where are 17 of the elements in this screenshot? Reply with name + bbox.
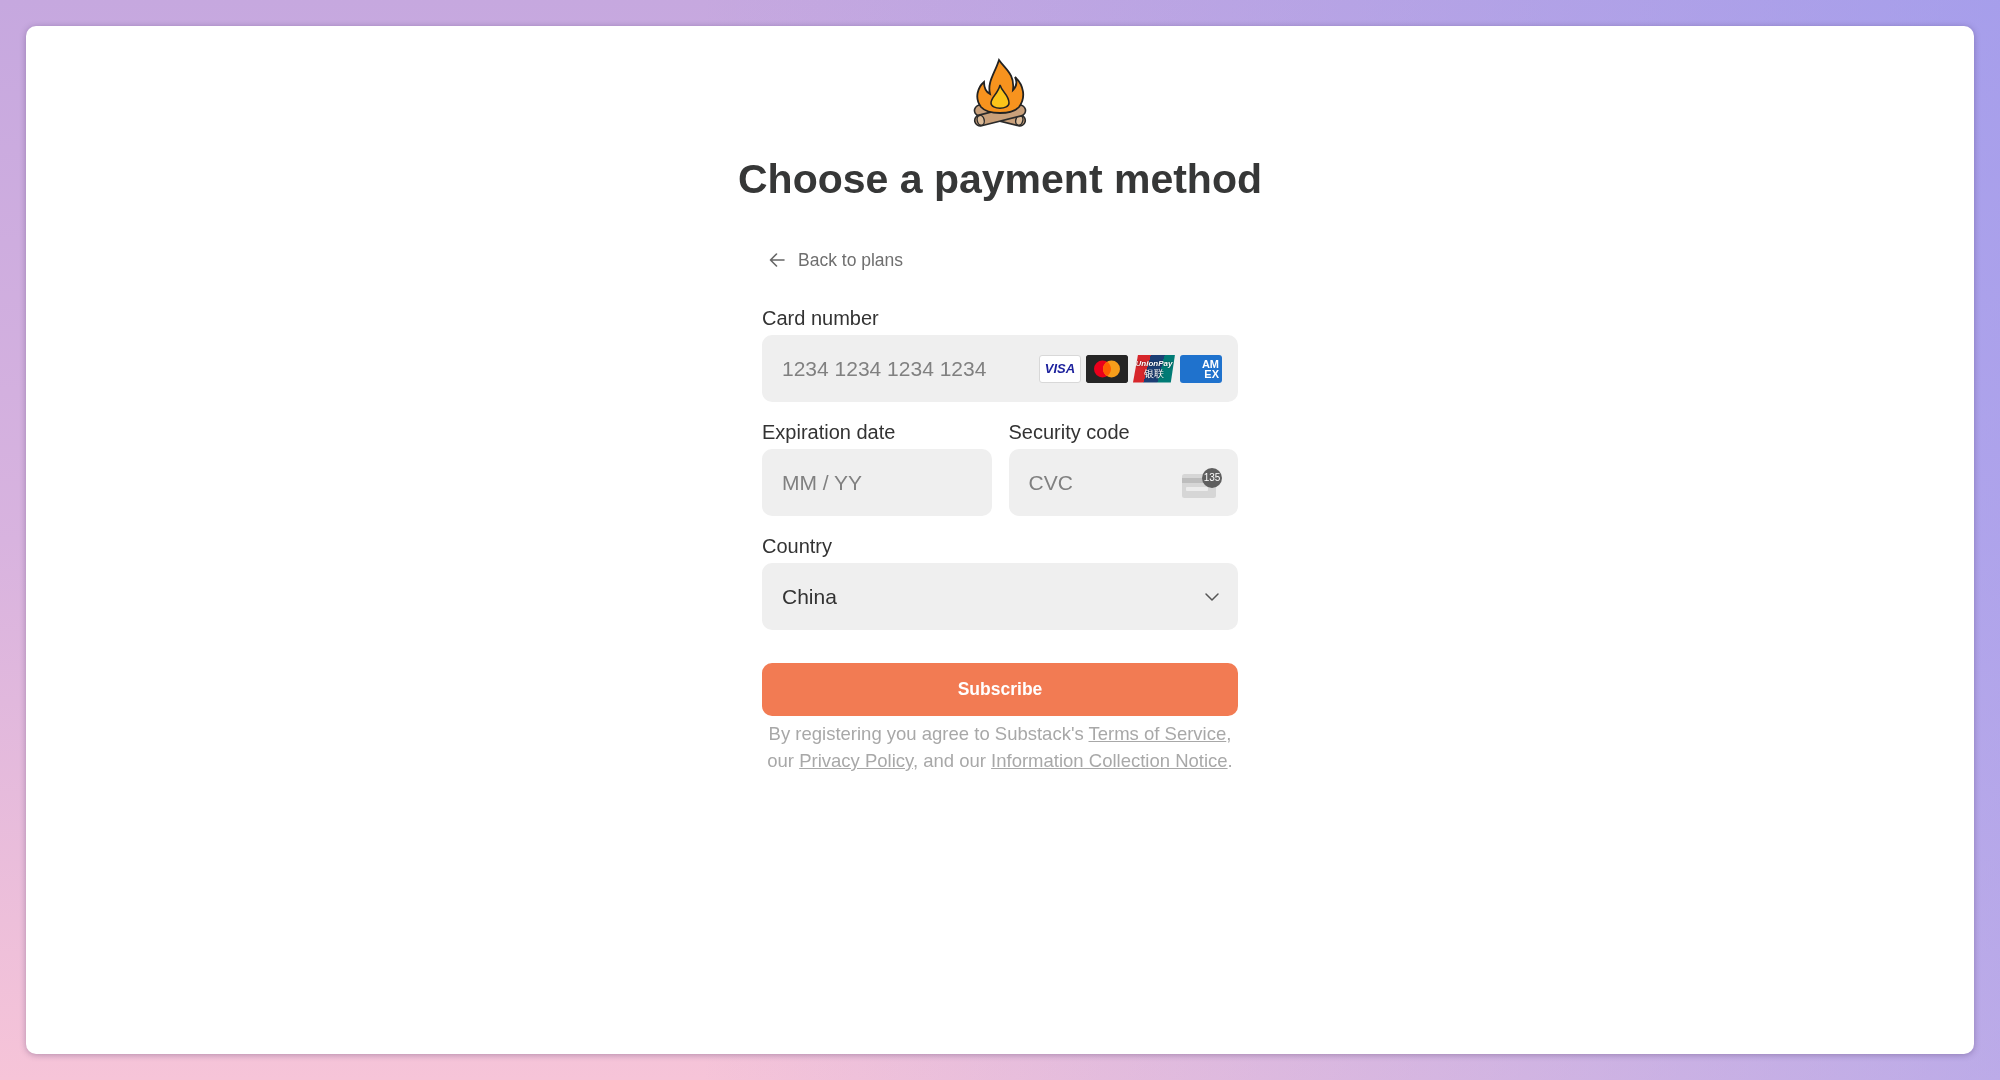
policy-link[interactable]: Terms of Service xyxy=(1088,723,1227,744)
policy-link[interactable]: Privacy Policy xyxy=(799,750,913,771)
page-title: Choose a payment method xyxy=(738,155,1262,203)
card-brand-logo: VISA xyxy=(1039,354,1081,383)
card-brand-logo: AM EX xyxy=(1180,354,1222,383)
arrow-left-icon xyxy=(768,251,786,269)
terms-text: By registering you agree to Substack's Terms of Service, our Privacy Policy, and our Information Collection Notice. xyxy=(766,722,1234,773)
country-select[interactable]: China xyxy=(762,563,1238,630)
back-link[interactable]: Back to plans xyxy=(762,247,910,273)
expiration-field[interactable]: MM / YY xyxy=(762,449,992,516)
field-label: Country xyxy=(762,535,833,557)
policy-link[interactable]: Information Collection Notice xyxy=(991,750,1228,771)
card-brand-icon xyxy=(1086,354,1128,383)
field-label: Security code xyxy=(1008,421,1130,443)
subscribe-button[interactable]: Subscribe xyxy=(762,663,1238,716)
field-label: Card number xyxy=(762,307,879,329)
field-label: Expiration date xyxy=(762,421,896,443)
